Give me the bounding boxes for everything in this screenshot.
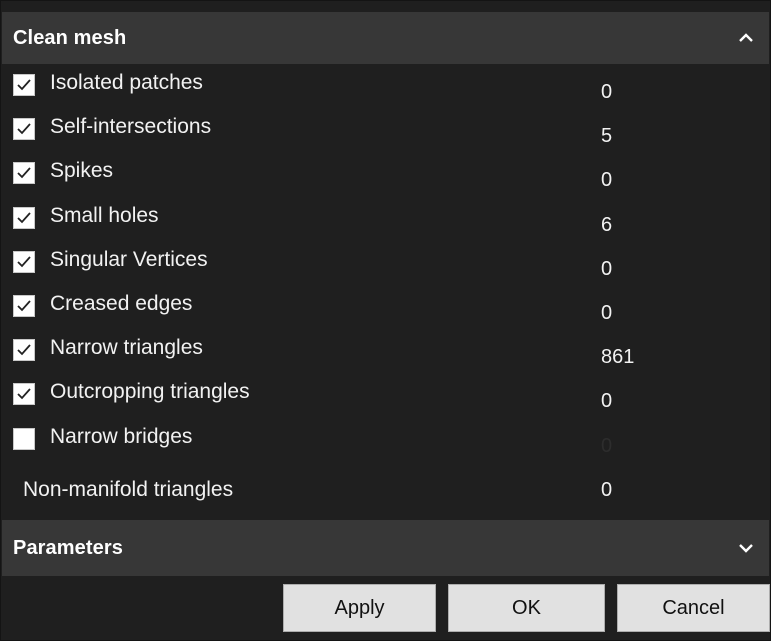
narrow-bridges-count: 0	[601, 434, 613, 457]
chevron-up-icon[interactable]	[735, 27, 757, 49]
ok-button[interactable]: OK	[448, 584, 605, 632]
list-item-narrow-bridges: Narrow bridges 0	[2, 418, 769, 462]
creased-edges-count: 0	[601, 301, 613, 324]
cancel-button[interactable]: Cancel	[617, 584, 770, 632]
narrow-triangles-checkbox[interactable]	[13, 339, 35, 362]
narrow-triangles-label: Narrow triangles	[50, 336, 203, 360]
checkmark-icon	[17, 344, 31, 356]
chevron-down-icon[interactable]	[735, 537, 757, 559]
list-item-non-manifold-triangles: Non-manifold triangles 0	[2, 462, 769, 506]
small-holes-label: Small holes	[50, 203, 159, 227]
self-intersections-count: 5	[601, 125, 613, 148]
outcropping-triangles-count: 0	[601, 390, 613, 413]
list-item-self-intersections: Self-intersections 5	[2, 108, 769, 152]
clean-mesh-list: Isolated patches 0 Self-intersections 5 …	[2, 64, 769, 506]
list-item-singular-vertices: Singular Vertices 0	[2, 241, 769, 285]
non-manifold-triangles-count: 0	[601, 478, 613, 501]
clean-mesh-title: Clean mesh	[13, 26, 127, 49]
non-manifold-triangles-label: Non-manifold triangles	[23, 477, 234, 501]
parameters-header[interactable]: Parameters	[2, 520, 769, 576]
singular-vertices-label: Singular Vertices	[50, 247, 208, 271]
apply-button[interactable]: Apply	[283, 584, 436, 632]
checkmark-icon	[17, 167, 31, 179]
outcropping-triangles-checkbox[interactable]	[13, 383, 35, 406]
small-holes-checkbox[interactable]	[13, 206, 35, 229]
narrow-bridges-checkbox[interactable]	[13, 427, 35, 450]
checkmark-icon	[17, 211, 31, 223]
self-intersections-checkbox[interactable]	[13, 118, 35, 141]
creased-edges-label: Creased edges	[50, 291, 193, 315]
checkmark-icon	[17, 256, 31, 268]
checkmark-icon	[17, 300, 31, 312]
isolated-patches-checkbox[interactable]	[13, 74, 35, 96]
spikes-count: 0	[601, 169, 613, 192]
parameters-title: Parameters	[13, 536, 123, 559]
list-item-isolated-patches: Isolated patches 0	[2, 64, 769, 108]
singular-vertices-count: 0	[601, 257, 613, 280]
checkmark-icon	[17, 123, 31, 135]
narrow-bridges-label: Narrow bridges	[50, 424, 193, 448]
singular-vertices-checkbox[interactable]	[13, 250, 35, 273]
small-holes-count: 6	[601, 213, 613, 236]
isolated-patches-count: 0	[601, 81, 613, 103]
spikes-label: Spikes	[50, 159, 114, 183]
clean-mesh-panel: Clean mesh Isolated patches 0 Self-inter…	[0, 0, 771, 641]
list-item-creased-edges: Creased edges 0	[2, 285, 769, 329]
spikes-checkbox[interactable]	[13, 162, 35, 185]
list-item-spikes: Spikes 0	[2, 152, 769, 196]
dialog-footer: Apply OK Cancel	[2, 576, 770, 639]
narrow-triangles-count: 861	[601, 346, 635, 369]
outcropping-triangles-label: Outcropping triangles	[50, 380, 250, 404]
checkmark-icon	[17, 388, 31, 400]
creased-edges-checkbox[interactable]	[13, 294, 35, 317]
self-intersections-label: Self-intersections	[50, 115, 212, 139]
list-item-narrow-triangles: Narrow triangles 861	[2, 329, 769, 373]
list-item-outcropping-triangles: Outcropping triangles 0	[2, 373, 769, 417]
list-item-small-holes: Small holes 6	[2, 197, 769, 241]
isolated-patches-label: Isolated patches	[50, 71, 203, 94]
checkmark-icon	[17, 79, 31, 91]
clean-mesh-header[interactable]: Clean mesh	[2, 12, 769, 64]
